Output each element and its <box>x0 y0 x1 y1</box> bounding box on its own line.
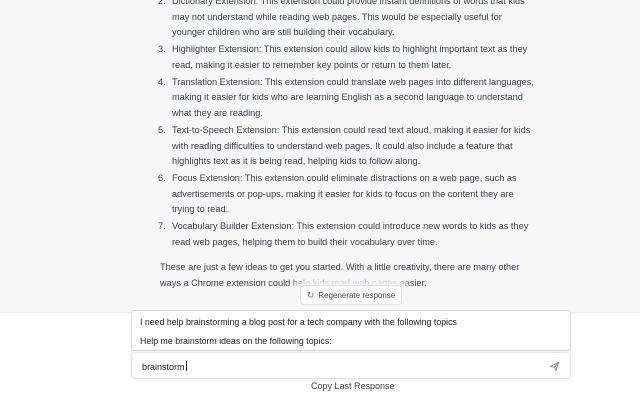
message-input-box[interactable]: brainstorm <box>131 352 571 379</box>
list-item: 4. Translation Extension: This extension … <box>158 75 534 122</box>
list-item: 3. Highlighter Extension: This extension … <box>158 42 534 73</box>
list-item: 5. Text-to-Speech Extension: This extensi… <box>158 123 534 170</box>
item-number: 6. <box>158 173 166 184</box>
list-item: 2. Dictionary Extension: This extension c… <box>158 0 534 41</box>
message-input-value: brainstorm <box>142 362 185 372</box>
message-input[interactable]: brainstorm <box>142 361 187 372</box>
item-text: Highlighter Extension: This extension co… <box>172 44 528 70</box>
list-item: 7. Vocabulary Builder Extension: This ext… <box>158 219 534 250</box>
item-text: Text-to-Speech Extension: This extension… <box>172 124 531 167</box>
regenerate-response-button[interactable]: ↻ Regenerate response <box>300 285 402 305</box>
text-caret <box>185 361 187 371</box>
item-text: Dictionary Extension: This extension cou… <box>172 0 525 38</box>
item-number: 2. <box>158 0 166 6</box>
item-text: Focus Extension: This extension could el… <box>172 173 517 215</box>
item-number: 5. <box>158 124 166 135</box>
chat-transcript: 2. Dictionary Extension: This extension c… <box>0 0 640 312</box>
prompt-suggestion[interactable]: I need help brainstorming a blog post fo… <box>140 317 457 327</box>
copy-last-response-button[interactable]: Copy Last Response <box>311 381 395 391</box>
list-item: 6. Focus Extension: This extension could … <box>158 171 534 218</box>
item-text: Translation Extension: This extension co… <box>172 76 534 118</box>
prompt-suggestion[interactable]: Help me brainstorm ideas on the followin… <box>140 336 332 346</box>
item-text: Vocabulary Builder Extension: This exten… <box>172 221 529 247</box>
regenerate-label: Regenerate response <box>318 290 396 300</box>
prompt-suggestions-dropdown: I need help brainstorming a blog post fo… <box>131 310 571 351</box>
send-icon[interactable] <box>549 361 560 372</box>
item-number: 4. <box>158 76 166 87</box>
refresh-icon: ↻ <box>306 289 315 300</box>
item-number: 7. <box>158 221 166 232</box>
extension-ideas-list: 2. Dictionary Extension: This extension c… <box>158 0 534 252</box>
item-number: 3. <box>158 44 166 55</box>
